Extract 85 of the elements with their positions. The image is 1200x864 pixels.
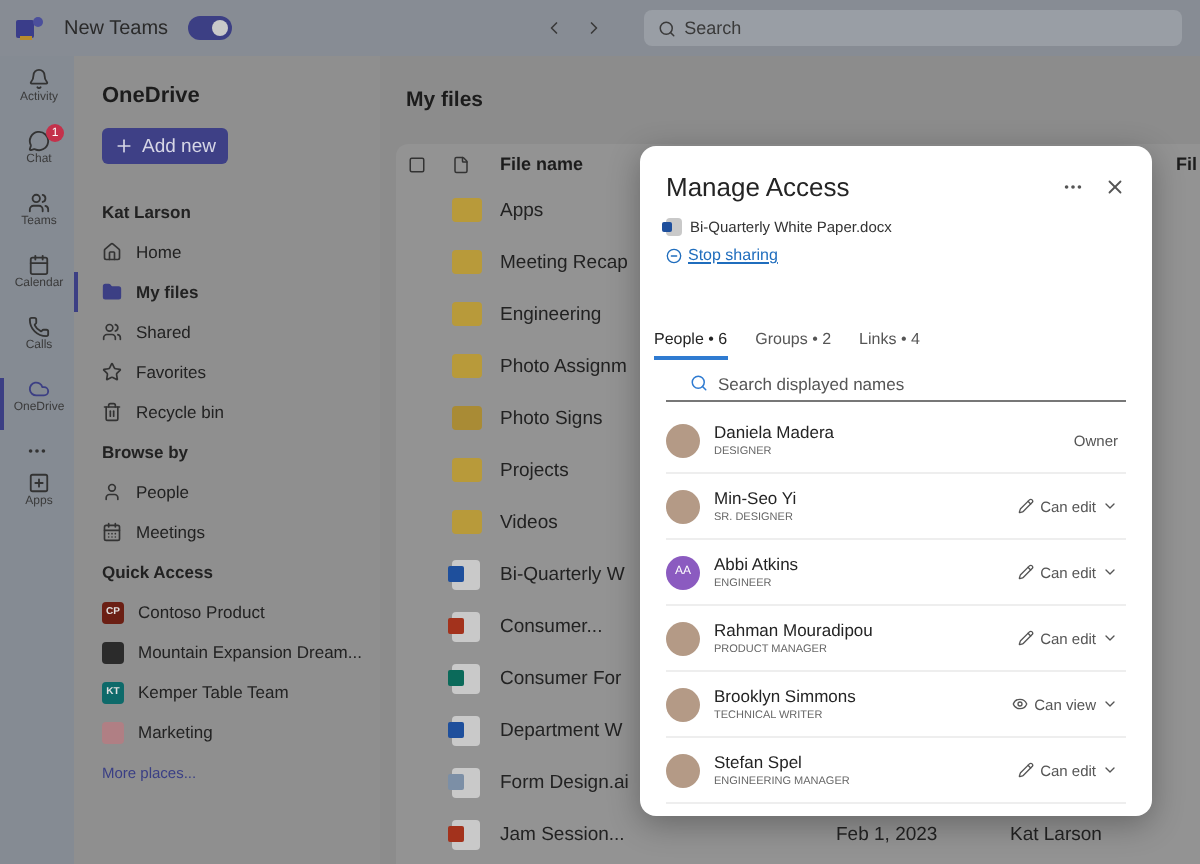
checkbox-icon[interactable]	[408, 155, 426, 173]
teams-icon	[28, 192, 50, 214]
dialog-title: Manage Access	[666, 172, 850, 202]
person-name: Abbi Atkins	[714, 554, 801, 574]
chevron-down-icon	[1102, 630, 1118, 646]
close-icon[interactable]	[1104, 176, 1126, 198]
folder-icon	[452, 354, 482, 378]
person-name: Stefan Spel	[714, 752, 804, 772]
form-document-icon	[452, 663, 480, 693]
pencil-icon	[1018, 564, 1035, 580]
files-icon	[102, 282, 122, 302]
nav-item[interactable]: People	[102, 472, 380, 512]
pencil-icon	[1018, 630, 1035, 646]
chevron-down-icon	[1102, 696, 1118, 712]
user-name: Kat Larson	[102, 200, 193, 226]
onedrive-icon	[28, 378, 50, 400]
recycle-icon	[102, 402, 122, 422]
avatar-photo-placeholder	[666, 423, 700, 457]
pencil-icon	[1018, 762, 1035, 778]
folder-icon	[452, 198, 482, 222]
owner-cell-text: Kat Larson	[1010, 823, 1104, 845]
folder-icon	[452, 250, 482, 274]
search-icon	[690, 374, 708, 392]
folder-icon	[452, 302, 482, 326]
nav-item[interactable]: My files	[74, 272, 380, 312]
avatar-photo-placeholder	[666, 621, 700, 655]
search-field[interactable]: Search	[644, 10, 1183, 46]
favorites-icon	[102, 362, 122, 382]
search-icon	[658, 19, 677, 37]
file-type-icon	[452, 155, 470, 173]
quick-access-item[interactable]: Mountain Expansion Dream...	[102, 632, 380, 672]
column-header[interactable]: Fil	[1176, 154, 1200, 174]
word-document-icon	[452, 559, 480, 589]
person-name: Min-Seo Yi	[714, 488, 799, 508]
stop-icon	[666, 247, 682, 263]
avatar-photo-placeholder	[666, 489, 700, 523]
add-apps-icon	[28, 472, 50, 494]
add-new-button[interactable]: Add new	[102, 128, 228, 164]
chevron-down-icon	[1102, 762, 1118, 778]
new-teams-toggle[interactable]	[188, 16, 233, 40]
nav-item[interactable]: Meetings	[102, 512, 380, 552]
person-name: Brooklyn Simmons	[714, 686, 858, 706]
person-name: Rahman Mouradipou	[714, 620, 875, 640]
chat-icon	[28, 130, 50, 152]
teams-logo-icon	[16, 16, 44, 40]
page-title: My files	[404, 86, 486, 116]
presentation-icon	[452, 819, 480, 849]
avatar-photo-placeholder	[666, 753, 700, 787]
calendar-icon	[28, 254, 50, 276]
tab[interactable]: People • 6	[654, 330, 728, 360]
file-name[interactable]: Jam Session...	[500, 823, 836, 845]
pencil-icon	[1018, 498, 1035, 514]
shared-icon	[102, 322, 122, 342]
presentation-icon	[452, 611, 480, 641]
word-document-icon	[452, 715, 480, 745]
plus-icon	[114, 136, 134, 156]
folder-icon	[452, 458, 482, 482]
search-field[interactable]: Search displayed names	[666, 366, 1126, 402]
word-document-icon	[666, 218, 682, 236]
calls-icon	[28, 316, 50, 338]
avatar-photo-placeholder	[666, 687, 700, 721]
toggle-label: New Teams	[64, 17, 169, 39]
date-cell-text: Feb 1, 2023	[836, 823, 940, 845]
section-heading: Quick Access	[102, 560, 215, 586]
nav-item[interactable]: Shared	[102, 312, 380, 352]
chevron-down-icon	[1102, 564, 1118, 580]
tab[interactable]: Groups • 2	[755, 330, 832, 360]
nav-item[interactable]: Home	[102, 232, 380, 272]
chevron-down-icon	[1102, 498, 1118, 514]
person-name: Daniela Madera	[714, 422, 837, 442]
home-icon	[102, 242, 122, 262]
folder-icon	[452, 510, 482, 534]
shared-folder-icon	[452, 406, 482, 430]
section-heading: Browse by	[102, 440, 190, 466]
people-icon	[102, 482, 122, 502]
quick-access-item[interactable]: Marketing	[102, 712, 380, 752]
stop-sharing-link[interactable]: Stop sharing	[666, 246, 778, 264]
eye-icon	[1012, 696, 1029, 712]
activity-icon	[28, 68, 50, 90]
meetings-icon	[102, 522, 122, 542]
nav-item[interactable]: Favorites	[102, 352, 380, 392]
sidebar-title: OneDrive	[102, 84, 202, 108]
image-file-icon	[452, 767, 480, 797]
tab[interactable]: Links • 4	[859, 330, 920, 360]
nav-item[interactable]: Recycle bin	[102, 392, 380, 432]
